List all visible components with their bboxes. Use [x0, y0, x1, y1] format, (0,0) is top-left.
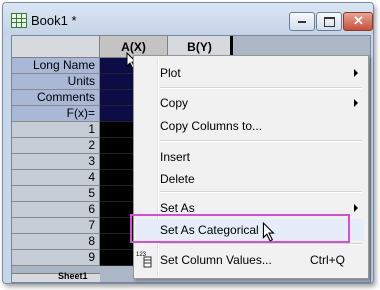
maximize-icon — [324, 17, 335, 27]
row-header-8[interactable]: 8 — [12, 234, 100, 250]
submenu-arrow-icon — [354, 69, 358, 77]
submenu-arrow-icon — [354, 204, 358, 212]
menu-separator — [160, 243, 362, 245]
row-header-comments[interactable]: Comments — [12, 90, 100, 106]
menu-item-label: Set Column Values... — [160, 253, 272, 267]
grid-corner[interactable] — [12, 36, 100, 58]
menu-item-plot[interactable]: Plot — [136, 62, 364, 84]
menu-item-label: Set As — [160, 201, 195, 215]
menu-item-set-column-values[interactable]: 123 Set Column Values... Ctrl+Q — [136, 249, 364, 271]
window-title: Book1 * — [31, 13, 77, 28]
menu-separator — [160, 191, 362, 193]
row-header-fx[interactable]: F(x)= — [12, 106, 100, 122]
menu-item-copy-columns-to[interactable]: Copy Columns to... — [136, 115, 364, 137]
workbook-grid-icon — [11, 13, 27, 28]
row-header-9[interactable]: 9 — [12, 250, 100, 266]
submenu-arrow-icon — [354, 99, 358, 107]
row-header-1[interactable]: 1 — [12, 122, 100, 138]
mouse-pointer-icon — [262, 222, 275, 242]
sheet-tab-bar[interactable]: Sheet1 — [12, 271, 100, 282]
minimize-button[interactable] — [289, 12, 315, 31]
menu-item-label: Copy — [160, 96, 189, 110]
menu-item-insert[interactable]: Insert — [136, 146, 364, 168]
highlight-annotation — [130, 214, 350, 243]
menu-item-label: Insert — [160, 150, 191, 164]
row-header-units[interactable]: Units — [12, 74, 100, 90]
menu-item-label: Plot — [160, 66, 181, 80]
close-icon: ✕ — [353, 13, 364, 28]
menu-item-label: Copy Columns to... — [160, 119, 263, 133]
menu-item-copy[interactable]: Copy — [136, 92, 364, 114]
row-header-4[interactable]: 4 — [12, 170, 100, 186]
row-header-2[interactable]: 2 — [12, 138, 100, 154]
menu-item-label: Delete — [160, 172, 195, 186]
title-bar[interactable]: Book1 * ✕ — [3, 3, 373, 35]
row-header-5[interactable]: 5 — [12, 186, 100, 202]
close-button[interactable]: ✕ — [343, 12, 373, 31]
maximize-button[interactable] — [316, 12, 342, 31]
row-header-6[interactable]: 6 — [12, 202, 100, 218]
minimize-icon — [298, 21, 306, 23]
sheet-tab[interactable]: Sheet1 — [58, 271, 88, 281]
menu-item-delete[interactable]: Delete — [136, 168, 364, 190]
set-column-values-icon: 123 — [136, 252, 152, 268]
menu-separator — [160, 87, 362, 89]
row-header-3[interactable]: 3 — [12, 154, 100, 170]
menu-item-shortcut: Ctrl+Q — [310, 253, 346, 267]
menu-separator — [160, 140, 362, 142]
context-menu: Plot Copy Copy Columns to... Insert Dele… — [133, 55, 369, 279]
row-header-7[interactable]: 7 — [12, 218, 100, 234]
row-header-long-name[interactable]: Long Name — [12, 58, 100, 74]
